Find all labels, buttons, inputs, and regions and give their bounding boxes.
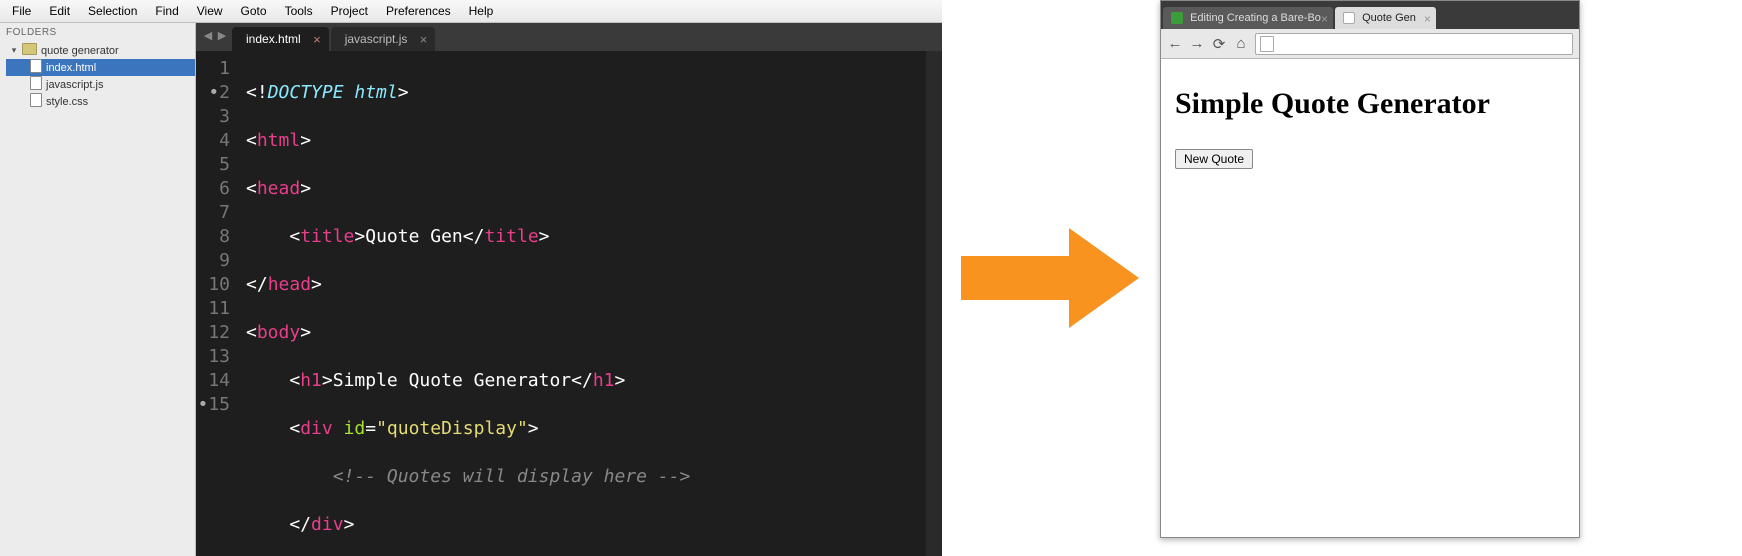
home-icon[interactable]: ⌂ — [1233, 35, 1249, 52]
browser-tab-label: Editing Creating a Bare-Bo — [1190, 12, 1321, 24]
file-icon — [30, 76, 42, 93]
nav-arrows: ◀ ▶ — [202, 29, 228, 42]
vertical-scrollbar[interactable] — [926, 51, 942, 556]
nav-back-icon[interactable]: ◀ — [202, 29, 214, 42]
file-row-js[interactable]: javascript.js — [6, 76, 195, 93]
code-area[interactable]: 1 •2 3 4 5 6 7 8 9 10 11 12 13 14 •15 <!… — [196, 51, 942, 556]
sidebar-header: FOLDERS — [0, 23, 195, 42]
menu-file[interactable]: File — [4, 2, 39, 20]
tab-javascript-js[interactable]: javascript.js × — [331, 27, 436, 51]
menu-edit[interactable]: Edit — [41, 2, 78, 20]
nav-forward-icon[interactable]: ▶ — [216, 29, 228, 42]
close-icon[interactable]: × — [1321, 12, 1328, 26]
menu-help[interactable]: Help — [461, 2, 502, 20]
sidebar: FOLDERS ▾ quote generator index.html jav… — [0, 23, 196, 556]
menu-find[interactable]: Find — [147, 2, 186, 20]
tab-label: index.html — [246, 32, 301, 46]
close-icon[interactable]: × — [420, 32, 428, 47]
browser-toolbar: ← → ⟳ ⌂ — [1161, 29, 1579, 59]
menu-selection[interactable]: Selection — [80, 2, 145, 20]
gutter: 1 •2 3 4 5 6 7 8 9 10 11 12 13 14 •15 — [196, 51, 238, 556]
file-icon — [30, 59, 42, 76]
favicon-icon — [1343, 12, 1355, 24]
browser-tabbar: Editing Creating a Bare-Bo × Quote Gen × — [1161, 1, 1579, 29]
folder-icon — [22, 43, 37, 58]
browser-tab-label: Quote Gen — [1362, 12, 1416, 24]
reload-icon[interactable]: ⟳ — [1211, 35, 1227, 53]
file-row-index[interactable]: index.html — [6, 59, 195, 76]
browser-tab-editing[interactable]: Editing Creating a Bare-Bo × — [1163, 7, 1333, 29]
menu-preferences[interactable]: Preferences — [378, 2, 459, 20]
menu-goto[interactable]: Goto — [233, 2, 275, 20]
close-icon[interactable]: × — [1424, 12, 1431, 26]
tabbar: ◀ ▶ index.html × javascript.js × — [196, 23, 942, 51]
favicon-icon — [1171, 12, 1183, 24]
folder-label: quote generator — [41, 45, 119, 57]
code-editor-window: File Edit Selection Find View Goto Tools… — [0, 0, 942, 556]
new-quote-button[interactable]: New Quote — [1175, 149, 1253, 169]
file-label: style.css — [46, 96, 88, 108]
menubar: File Edit Selection Find View Goto Tools… — [0, 0, 942, 23]
tab-label: javascript.js — [345, 32, 408, 46]
menu-project[interactable]: Project — [323, 2, 376, 20]
page-heading: Simple Quote Generator — [1175, 87, 1565, 121]
arrow-container — [942, 0, 1160, 556]
page-icon — [1260, 36, 1274, 52]
menu-view[interactable]: View — [189, 2, 231, 20]
browser-page: Simple Quote Generator New Quote — [1161, 59, 1579, 537]
menu-tools[interactable]: Tools — [277, 2, 321, 20]
file-row-css[interactable]: style.css — [6, 93, 195, 110]
tab-index-html[interactable]: index.html × — [232, 27, 329, 51]
folder-row[interactable]: ▾ quote generator — [6, 42, 195, 59]
code-pane: ◀ ▶ index.html × javascript.js × 1 •2 3 … — [196, 23, 942, 556]
file-icon — [30, 93, 42, 110]
file-label: index.html — [46, 62, 96, 74]
browser-tab-quotegen[interactable]: Quote Gen × — [1335, 7, 1436, 29]
close-icon[interactable]: × — [313, 32, 321, 47]
browser-window: Editing Creating a Bare-Bo × Quote Gen ×… — [1160, 0, 1580, 538]
back-icon[interactable]: ← — [1167, 35, 1183, 52]
code-lines[interactable]: <!DOCTYPE html> <html> <head> <title>Quo… — [238, 51, 926, 556]
forward-icon[interactable]: → — [1189, 35, 1205, 52]
arrow-right-icon — [961, 228, 1141, 328]
url-input[interactable] — [1255, 33, 1573, 55]
file-label: javascript.js — [46, 79, 103, 91]
chevron-down-icon: ▾ — [10, 45, 18, 56]
